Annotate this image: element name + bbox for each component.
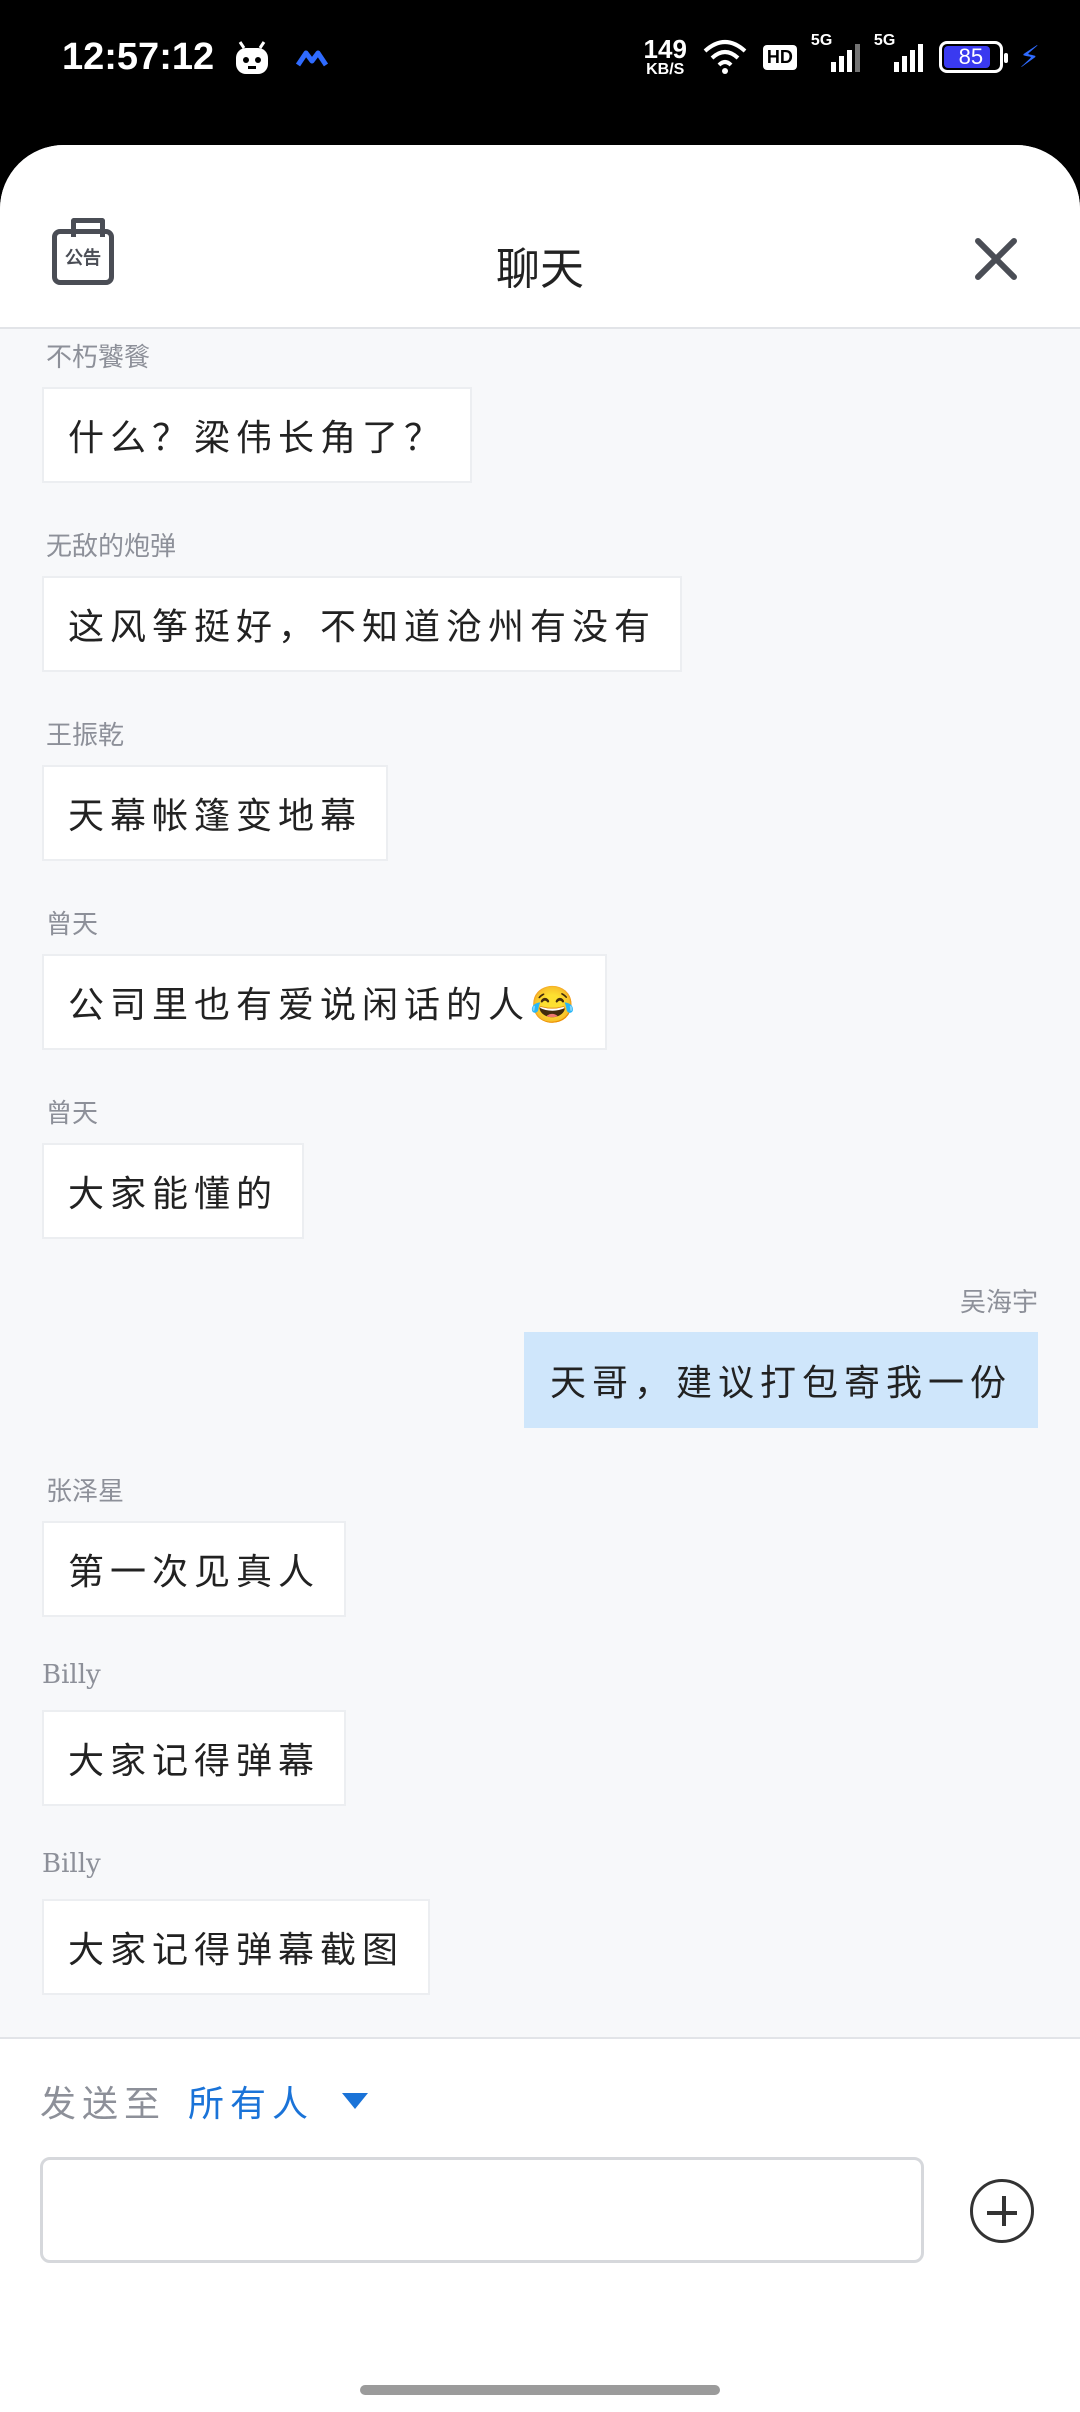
message-bubble-mine[interactable]: 天哥，建议打包寄我一份 (523, 1332, 1038, 1428)
page-title: 聊天 (496, 244, 584, 295)
message-bubble[interactable]: 什么？梁伟长角了？ (42, 387, 473, 483)
message-item: 张泽星 第一次见真人 (0, 1465, 1080, 1617)
close-icon[interactable] (972, 235, 1020, 283)
status-bar: 12:57:12 149 KB/S HD 5G 5G 85 ⚡ (0, 0, 1080, 145)
net-speed-unit: KB/S (646, 61, 685, 78)
charging-icon: ⚡ (1018, 39, 1040, 75)
message-bubble[interactable]: 大家记得弹幕截图 (42, 1899, 431, 1995)
message-item: 王振乾 天幕帐篷变地幕 (0, 709, 1080, 861)
message-bubble[interactable]: 第一次见真人 (42, 1521, 347, 1617)
status-time: 12:57:12 (62, 36, 215, 78)
net-speed-value: 149 (643, 34, 687, 64)
message-bubble[interactable]: 大家能懂的 (42, 1143, 305, 1239)
message-sender: Billy (42, 1660, 101, 1690)
message-input[interactable] (40, 2157, 924, 2263)
app-notification-icon (296, 50, 328, 67)
message-bubble[interactable]: 这风筝挺好，不知道沧州有没有 (42, 576, 683, 672)
message-sender: 不朽饕餮 (46, 343, 151, 373)
message-item: 无敌的炮弹 这风筝挺好，不知道沧州有没有 (0, 520, 1080, 672)
message-list[interactable]: 不朽饕餮 什么？梁伟长角了？ 无敌的炮弹 这风筝挺好，不知道沧州有没有 王振乾 … (0, 331, 1080, 2031)
net-speed: 149 KB/S (644, 36, 687, 78)
signal-1-icon: 5G (811, 32, 860, 72)
message-bubble[interactable]: 公司里也有爱说闲话的人😂 (42, 954, 607, 1050)
signal-2-label: 5G (873, 32, 896, 49)
caret-down-icon[interactable] (342, 2093, 369, 2109)
message-item: 曾天 公司里也有爱说闲话的人😂 (0, 898, 1080, 1050)
battery-percent: 85 (958, 44, 984, 69)
plus-icon[interactable] (970, 2179, 1034, 2243)
message-item-mine: 吴海宇 天哥，建议打包寄我一份 (0, 1276, 1080, 1428)
signal-1-label: 5G (810, 32, 833, 49)
message-bubble[interactable]: 天幕帐篷变地幕 (42, 765, 389, 861)
status-right-icons: 149 KB/S HD 5G 5G 85 ⚡ (644, 32, 1040, 78)
message-sender: 曾天 (46, 1099, 99, 1129)
home-indicator[interactable] (360, 2385, 720, 2395)
battery-icon: 85 (938, 41, 1008, 73)
message-item: 曾天 大家能懂的 (0, 1087, 1080, 1239)
chat-sheet: 公告 聊天 不朽饕餮 什么？梁伟长角了？ 无敌的炮弹 这风筝挺好，不知道沧州有没… (0, 145, 1080, 2412)
message-sender: 王振乾 (46, 721, 125, 751)
signal-2-icon: 5G (874, 32, 923, 72)
robot-icon (236, 41, 268, 74)
message-item: 不朽饕餮 什么？梁伟长角了？ (0, 331, 1080, 483)
wifi-icon (703, 40, 747, 74)
send-to-target[interactable]: 所有人 (188, 2075, 314, 2127)
message-sender: 吴海宇 (959, 1288, 1038, 1318)
message-sender: 张泽星 (46, 1477, 125, 1507)
composer: 发送至 所有人 (0, 2037, 1080, 2412)
message-sender: 无敌的炮弹 (46, 532, 177, 562)
status-left-icons (232, 40, 328, 76)
recipient-selector[interactable]: 发送至 所有人 (40, 2075, 369, 2127)
message-bubble[interactable]: 大家记得弹幕 (42, 1710, 347, 1806)
message-item: Billy 大家记得弹幕 (0, 1654, 1080, 1806)
hd-badge: HD (762, 44, 797, 70)
chat-header: 公告 聊天 (0, 145, 1080, 329)
send-to-label: 发送至 (40, 2084, 167, 2125)
message-sender: 曾天 (46, 910, 99, 940)
message-sender: Billy (42, 1849, 101, 1879)
message-item: Billy 大家记得弹幕截图 (0, 1843, 1080, 1995)
